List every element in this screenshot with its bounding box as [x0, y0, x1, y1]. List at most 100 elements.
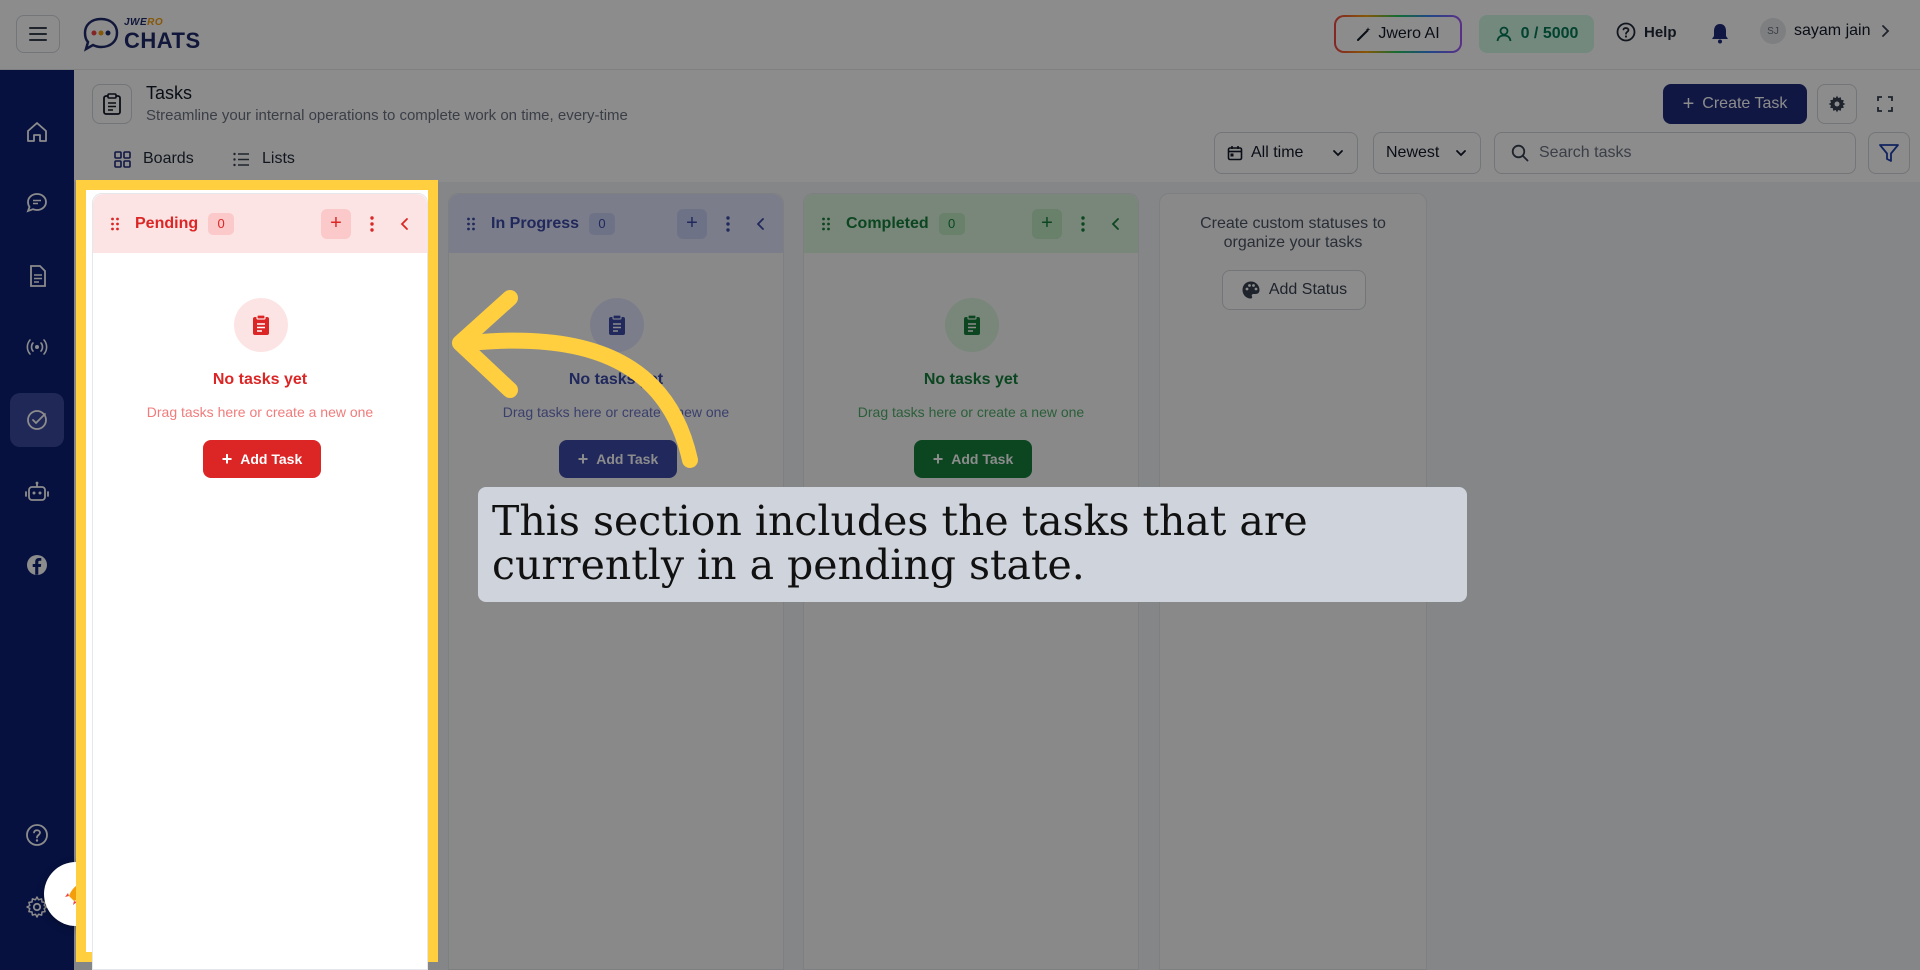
sidebar-item-bots[interactable] — [10, 465, 64, 519]
column-header: Pending 0 + — [93, 194, 427, 253]
column-count-badge: 0 — [589, 212, 616, 235]
clipboard-icon — [964, 314, 980, 335]
sort-dropdown[interactable]: Newest — [1373, 132, 1481, 174]
plus-icon: + — [932, 448, 944, 469]
add-task-label: Add Task — [240, 451, 303, 467]
user-icon — [1496, 26, 1511, 42]
facebook-icon — [27, 555, 47, 575]
column-collapse-button[interactable] — [393, 209, 415, 239]
page-subtitle: Streamline your internal operations to c… — [146, 107, 628, 124]
tab-boards-label: Boards — [143, 150, 194, 167]
check-circle-icon — [27, 410, 47, 430]
column-more-button[interactable] — [1072, 209, 1094, 239]
jwero-ai-label: Jwero AI — [1378, 25, 1440, 42]
menu-line — [29, 27, 47, 29]
chevron-left-icon — [756, 217, 764, 230]
status-column-pending: Pending 0 + No tasks yet Drag tasks here… — [92, 193, 428, 970]
jwero-ai-button[interactable]: Jwero AI — [1334, 15, 1462, 53]
expand-icon — [1877, 96, 1893, 112]
fullscreen-button[interactable] — [1867, 86, 1903, 122]
sidebar-item-documents[interactable] — [10, 249, 64, 303]
sidebar-item-help[interactable] — [10, 808, 64, 862]
add-task-label: Add Task — [951, 451, 1014, 467]
hamburger-menu-button[interactable] — [16, 15, 60, 53]
plus-icon: + — [1041, 212, 1053, 234]
chevron-right-icon — [1882, 25, 1890, 37]
chevron-down-icon — [1456, 150, 1466, 157]
create-task-label: Create Task — [1702, 95, 1788, 112]
column-add-button[interactable]: + — [321, 208, 351, 239]
column-title: Pending — [135, 214, 199, 232]
time-filter-dropdown[interactable]: All time — [1214, 132, 1358, 174]
chat-bubble-logo-icon — [83, 17, 119, 52]
sidebar-item-chats[interactable] — [10, 176, 64, 230]
sidebar-item-home[interactable] — [10, 105, 64, 159]
chevron-left-icon — [1111, 217, 1119, 230]
sidebar — [0, 70, 74, 970]
add-task-button[interactable]: + Add Task — [203, 440, 321, 478]
column-add-button[interactable]: + — [677, 208, 707, 239]
tab-lists[interactable]: Lists — [233, 150, 295, 168]
page-title: Tasks — [146, 83, 193, 103]
notifications-button[interactable] — [1710, 22, 1730, 49]
search-icon — [1511, 144, 1529, 162]
column-add-button[interactable]: + — [1032, 208, 1062, 239]
broadcast-icon — [26, 339, 48, 355]
search-placeholder: Search tasks — [1539, 144, 1632, 161]
logo-wordmark: CHATS — [124, 28, 201, 53]
user-menu[interactable]: SJ sayam jain — [1760, 18, 1892, 44]
column-header: In Progress 0 + — [449, 194, 783, 253]
sidebar-item-facebook[interactable] — [10, 538, 64, 592]
search-input[interactable]: Search tasks — [1494, 132, 1856, 174]
time-filter-value: All time — [1251, 144, 1304, 161]
more-vertical-icon — [726, 215, 730, 232]
column-collapse-button[interactable] — [749, 209, 771, 239]
column-more-button[interactable] — [361, 209, 383, 239]
sidebar-item-tasks[interactable] — [10, 393, 64, 447]
logo-wordmark-small: JWERO — [124, 17, 164, 28]
empty-state-subtitle: Drag tasks here or create a new one — [146, 404, 374, 420]
user-name: sayam jain — [1794, 22, 1871, 39]
chat-icon — [26, 193, 47, 213]
settings-button[interactable] — [1817, 84, 1857, 124]
column-title: In Progress — [491, 214, 580, 232]
help-circle-icon — [26, 824, 48, 846]
drag-handle-icon[interactable] — [816, 216, 836, 232]
sort-value: Newest — [1386, 144, 1440, 161]
empty-state-icon — [945, 298, 999, 352]
add-status-label: Add Status — [1268, 281, 1348, 298]
tab-boards[interactable]: Boards — [114, 150, 194, 168]
plus-icon: + — [221, 448, 233, 469]
custom-status-hint: Create custom statuses to organize your … — [1200, 215, 1386, 251]
column-title: Completed — [846, 214, 929, 232]
clipboard-icon — [253, 314, 269, 335]
add-status-button[interactable]: Add Status — [1222, 270, 1366, 310]
more-vertical-icon — [370, 215, 374, 232]
drag-handle-icon[interactable] — [461, 216, 481, 232]
empty-state-title: No tasks yet — [923, 371, 1019, 388]
bell-icon — [1712, 24, 1728, 44]
column-more-button[interactable] — [717, 209, 739, 239]
clipboard-icon — [103, 93, 121, 115]
tab-lists-label: Lists — [262, 150, 295, 167]
sidebar-item-broadcast[interactable] — [10, 320, 64, 374]
help-link[interactable]: Help — [1616, 22, 1677, 42]
credits-value: 0 / 5000 — [1520, 25, 1579, 42]
help-circle-icon — [1616, 22, 1636, 42]
empty-state-title: No tasks yet — [212, 371, 308, 388]
app-logo[interactable]: JWERO CHATS — [82, 14, 202, 54]
plus-icon: + — [1682, 93, 1695, 115]
drag-handle-icon[interactable] — [105, 216, 125, 232]
plus-icon: + — [330, 212, 342, 234]
create-task-button[interactable]: + Create Task — [1663, 84, 1807, 124]
add-task-button[interactable]: + Add Task — [914, 440, 1032, 478]
menu-line — [29, 33, 47, 35]
filter-button[interactable] — [1868, 132, 1910, 174]
home-icon — [27, 122, 47, 142]
tasks-page-icon — [92, 84, 132, 124]
contacts-credit-badge[interactable]: 0 / 5000 — [1479, 15, 1594, 53]
empty-state-subtitle: Drag tasks here or create a new one — [857, 404, 1085, 420]
column-collapse-button[interactable] — [1104, 209, 1126, 239]
avatar: SJ — [1760, 18, 1786, 44]
tutorial-callout: This section includes the tasks that are… — [478, 487, 1467, 602]
